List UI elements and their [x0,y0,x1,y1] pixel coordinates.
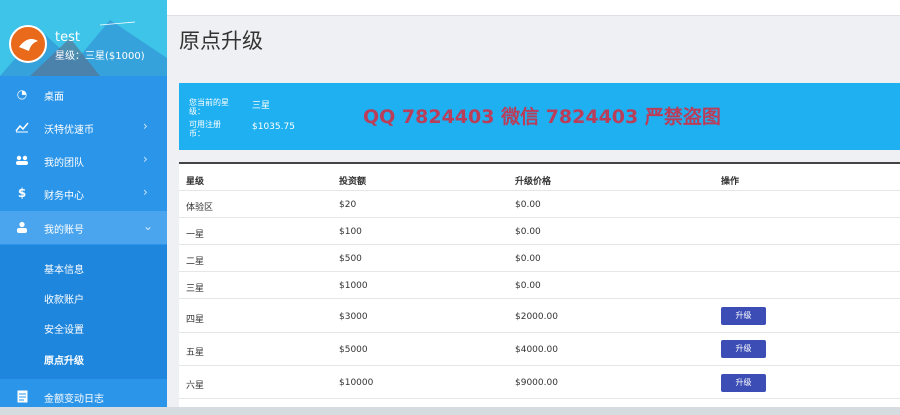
upgrade-button[interactable]: 升级 [721,307,766,325]
cell-price: $2000.00 [515,312,558,322]
sidebar-item-coin[interactable]: 沃特优速币 › [0,111,167,144]
sidebar-item-label: 沃特优速币 [44,125,94,136]
upgrade-table: 星级 投资额 升级价格 操作 体验区 $20 $0.00 一星 $100 $0.… [179,162,900,415]
avatar[interactable] [9,25,47,63]
team-icon [15,153,29,167]
cell-investment: $100 [339,227,362,237]
cell-price: $9000.00 [515,378,558,388]
column-header-price: 升级价格 [515,177,552,187]
cell-level: 体验区 [186,203,214,213]
table-row: 五星 $5000 $4000.00 升级 [179,333,900,366]
cell-investment: $1000 [339,281,368,291]
bottom-bar [0,407,900,415]
profile-username: test [55,30,80,45]
page-title: 原点升级 [179,29,263,53]
table-header-row: 星级 投资额 升级价格 操作 [179,164,900,191]
column-header-level: 星级 [186,177,205,187]
table-row: 四星 $3000 $2000.00 升级 [179,299,900,333]
chevron-right-icon: › [143,185,148,199]
watermark-text: QQ 7824403 微信 7824403 严禁盗图 [363,106,721,128]
upgrade-button[interactable]: 升级 [721,374,766,392]
cell-price: $4000.00 [515,345,558,355]
table-row: 二星 $500 $0.00 [179,245,900,272]
submenu-item-label: 基本信息 [44,265,84,276]
document-icon [15,389,29,403]
sidebar-item-label: 金额变动日志 [44,394,104,405]
column-header-investment: 投资额 [339,177,367,187]
cell-level: 五星 [186,348,205,358]
sidebar-item-finance[interactable]: $ 财务中心 › [0,177,167,210]
dashboard-icon: ◔ [16,87,28,101]
cell-investment: $20 [339,200,357,210]
available-balance-label: 可用注册币： [189,120,221,138]
cell-price: $0.00 [515,254,541,264]
table-row: 体验区 $20 $0.00 [179,191,900,218]
submenu-item-label: 安全设置 [44,325,84,336]
cell-investment: $10000 [339,378,374,388]
available-balance-value: $1035.75 [252,122,295,132]
cell-price: $0.00 [515,281,541,291]
cell-level: 二星 [186,257,205,267]
chevron-right-icon: › [143,152,148,166]
profile-header: test 星级：三星($1000) [0,0,167,76]
cell-investment: $500 [339,254,362,264]
profile-level: 星级：三星($1000) [55,51,145,62]
user-icon [15,220,29,234]
upgrade-button[interactable]: 升级 [721,340,766,358]
chevron-right-icon: › [143,119,148,133]
dollar-icon: $ [17,186,27,200]
submenu-item-upgrade[interactable]: 原点升级 [0,343,167,373]
current-level-value: 三星 [252,101,271,111]
submenu-item-security[interactable]: 安全设置 [0,312,167,342]
sidebar-item-label: 财务中心 [44,191,84,202]
cell-level: 一星 [186,230,205,240]
cell-investment: $3000 [339,312,368,322]
submenu-item-basic-info[interactable]: 基本信息 [0,252,167,282]
sidebar-item-label: 我的账号 [44,225,84,236]
submenu-item-payment-account[interactable]: 收款账户 [0,282,167,312]
submenu-item-label: 收款账户 [44,295,84,306]
table-row: 一星 $100 $0.00 [179,218,900,245]
account-info-panel: 您当前的星级： 三星 可用注册币： $1035.75 QQ 7824403 微信… [179,83,900,150]
submenu-item-label: 原点升级 [44,356,84,367]
chevron-down-icon: ⌄ [143,219,154,233]
cell-investment: $5000 [339,345,368,355]
top-bar [167,0,900,16]
sidebar-item-label: 我的团队 [44,158,84,169]
column-header-action: 操作 [721,177,740,187]
sidebar-item-label: 桌面 [44,92,64,103]
cell-level: 四星 [186,315,205,325]
cell-price: $0.00 [515,227,541,237]
sidebar-item-team[interactable]: 我的团队 › [0,144,167,177]
cell-level: 六星 [186,381,205,391]
chart-icon [15,120,29,134]
sidebar: test 星级：三星($1000) ◔ 桌面 沃特优速币 › 我的团队 › $ … [0,0,167,415]
cell-price: $0.00 [515,200,541,210]
sidebar-item-account[interactable]: 我的账号 ⌄ [0,211,167,244]
cell-level: 三星 [186,284,205,294]
table-row: 三星 $1000 $0.00 [179,272,900,299]
sidebar-item-desktop[interactable]: ◔ 桌面 [0,78,167,111]
current-level-label: 您当前的星级： [189,98,229,116]
table-row: 六星 $10000 $9000.00 升级 [179,366,900,399]
